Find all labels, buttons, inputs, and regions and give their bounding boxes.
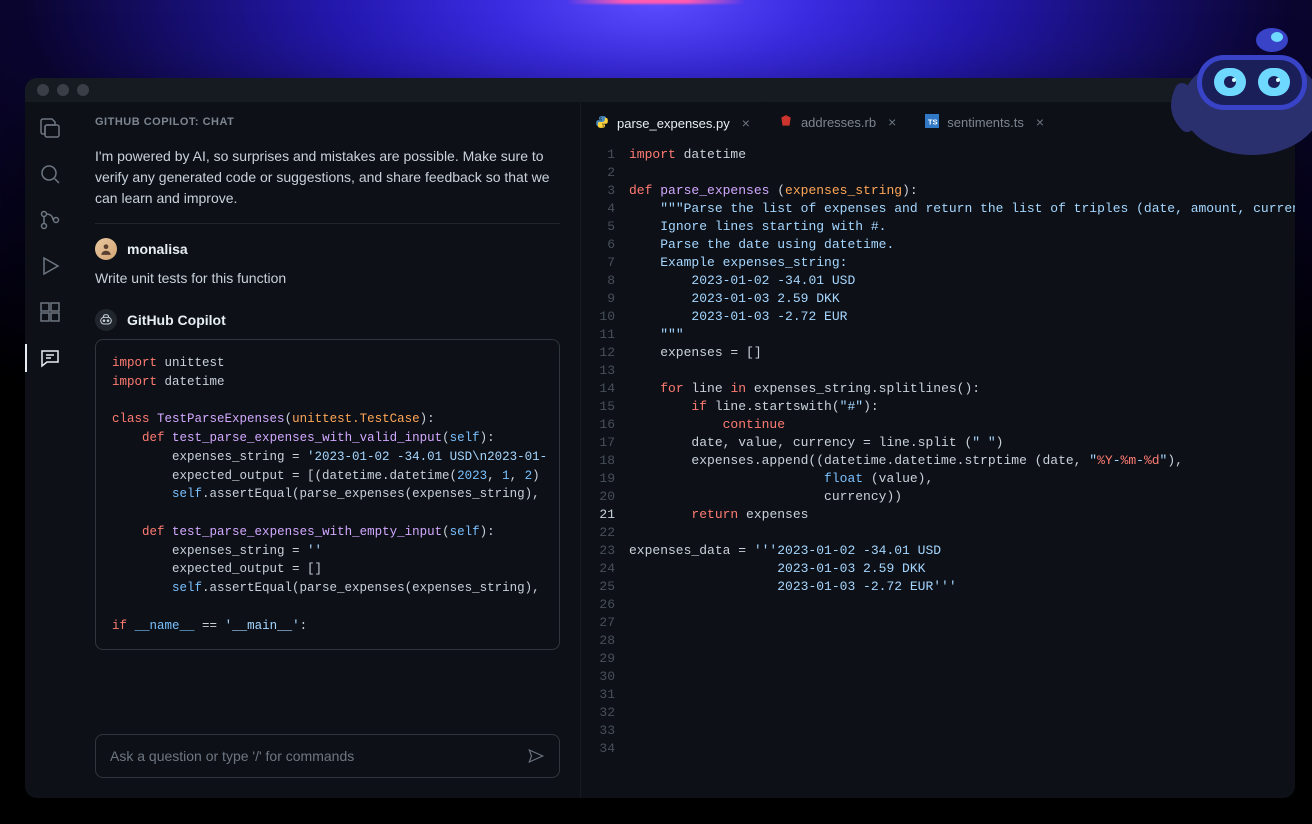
search-icon[interactable] (38, 162, 62, 186)
assistant-message-header: GitHub Copilot (95, 309, 560, 331)
tab-sentiments-ts[interactable]: TS sentiments.ts × (911, 102, 1059, 142)
decorative-glow (566, 0, 746, 4)
chat-panel: GITHUB COPILOT: CHAT I'm powered by AI, … (75, 102, 580, 798)
window-close-button[interactable] (37, 84, 49, 96)
file-icon: TS (925, 114, 939, 131)
source-control-icon[interactable] (38, 208, 62, 232)
editor-window: GITHUB COPILOT: CHAT I'm powered by AI, … (25, 78, 1295, 798)
tab-label: sentiments.ts (947, 115, 1024, 130)
copilot-avatar (95, 309, 117, 331)
close-icon[interactable]: × (742, 115, 750, 131)
chat-scroll[interactable]: I'm powered by AI, so surprises and mist… (75, 138, 580, 720)
chat-icon[interactable] (38, 346, 62, 370)
tab-addresses-rb[interactable]: addresses.rb × (765, 102, 911, 142)
user-avatar (95, 238, 117, 260)
chat-title: GITHUB COPILOT: CHAT (75, 102, 580, 138)
extensions-icon[interactable] (38, 300, 62, 324)
tab-label: addresses.rb (801, 115, 876, 130)
chat-input-container (95, 734, 560, 778)
editor-area: parse_expenses.py × addresses.rb × TS sentime… (580, 102, 1295, 798)
close-icon[interactable]: × (1036, 114, 1044, 130)
activity-bar (25, 102, 75, 798)
chat-intro-text: I'm powered by AI, so surprises and mist… (95, 138, 560, 224)
send-icon[interactable] (527, 747, 545, 765)
user-message-header: monalisa (95, 238, 560, 260)
chat-input[interactable] (110, 748, 517, 764)
tab-label: parse_expenses.py (617, 116, 730, 131)
window-zoom-button[interactable] (77, 84, 89, 96)
line-gutter: 1234567891011121314151617181920212223242… (581, 146, 629, 798)
run-debug-icon[interactable] (38, 254, 62, 278)
user-name: monalisa (127, 239, 188, 260)
code-content[interactable]: import datetimedef parse_expenses (expen… (629, 146, 1295, 798)
titlebar (25, 78, 1295, 102)
tab-parse_expenses-py[interactable]: parse_expenses.py × (581, 102, 765, 142)
explorer-icon[interactable] (38, 116, 62, 140)
assistant-name: GitHub Copilot (127, 310, 226, 331)
close-icon[interactable]: × (888, 114, 896, 130)
window-minimize-button[interactable] (57, 84, 69, 96)
user-message-text: Write unit tests for this function (95, 268, 560, 289)
active-indicator (25, 344, 27, 372)
copilot-mascot (1162, 10, 1312, 160)
file-icon (595, 115, 609, 132)
file-icon (779, 114, 793, 131)
svg-text:TS: TS (928, 117, 938, 126)
assistant-code-block[interactable]: import unittest import datetime class Te… (95, 339, 560, 650)
code-editor[interactable]: 1234567891011121314151617181920212223242… (581, 142, 1295, 798)
